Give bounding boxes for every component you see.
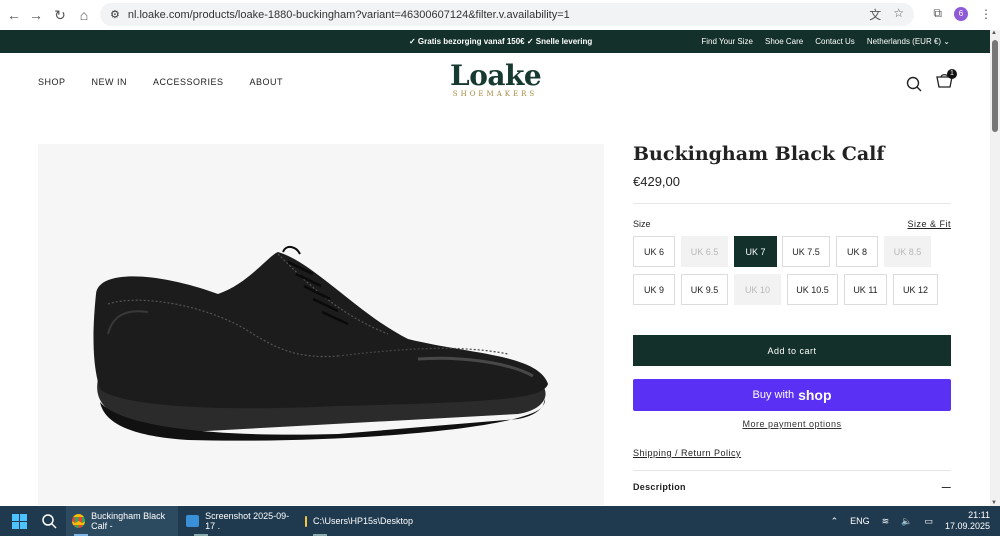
forward-icon[interactable]: → xyxy=(24,3,48,27)
chrome-icon xyxy=(72,514,86,528)
size-option[interactable]: UK 12 xyxy=(893,274,938,305)
logo-main: Loake xyxy=(450,59,542,92)
nav-accessories[interactable]: ACCESSORIES xyxy=(153,77,224,87)
taskbar-explorer-window[interactable]: C:\Users\HP15s\Desktop xyxy=(305,506,413,536)
shoe-care-link[interactable]: Shoe Care xyxy=(765,37,803,46)
chevron-down-icon: ⌄ xyxy=(943,37,950,46)
taskbar-screenshot-window[interactable]: Screenshot 2025-09-17 . xyxy=(186,506,298,536)
site-info-icon[interactable]: ⚙ xyxy=(110,8,120,21)
buy-with-shop-button[interactable]: Buy with shop xyxy=(633,379,951,411)
nav-new-in[interactable]: NEW IN xyxy=(92,77,128,87)
url-text: nl.loake.com/products/loake-1880-bucking… xyxy=(127,8,570,21)
search-icon[interactable] xyxy=(42,514,57,529)
nav-about[interactable]: ABOUT xyxy=(250,77,284,87)
back-icon[interactable]: ← xyxy=(2,3,26,27)
extensions-icon[interactable]: ⧉ xyxy=(933,6,942,21)
divider xyxy=(633,203,951,204)
description-accordion[interactable]: Description — xyxy=(633,482,951,492)
battery-icon[interactable]: ▭ xyxy=(924,516,933,527)
find-your-size-link[interactable]: Find Your Size xyxy=(701,37,753,46)
bookmark-star-icon[interactable]: ☆ xyxy=(893,6,904,23)
size-option[interactable]: UK 7 xyxy=(734,236,777,267)
size-option[interactable]: UK 8.5 xyxy=(884,236,931,267)
snipping-tool-icon xyxy=(186,515,200,527)
size-option[interactable]: UK 10 xyxy=(734,274,781,305)
size-option[interactable]: UK 8 xyxy=(836,236,878,267)
size-option[interactable]: UK 7.5 xyxy=(782,236,830,267)
size-selector: UK 6 UK 6.5 UK 7 UK 7.5 UK 8 UK 8.5 UK 9… xyxy=(633,236,951,308)
folder-icon xyxy=(305,515,307,527)
product-image[interactable] xyxy=(38,144,604,505)
clock-date: 17.09.2025 xyxy=(944,521,990,531)
logo-sub: SHOEMAKERS xyxy=(452,90,538,98)
shipping-return-policy-link[interactable]: Shipping / Return Policy xyxy=(633,448,741,458)
size-option[interactable]: UK 6.5 xyxy=(681,236,728,267)
shop-pay-logo: shop xyxy=(798,387,832,403)
collapse-icon: — xyxy=(941,482,951,492)
add-to-cart-button[interactable]: Add to cart xyxy=(633,335,951,366)
shoe-image xyxy=(93,246,548,441)
announcement-bar: ✓ Gratis bezorging vanaf 150€ ✓ Snelle l… xyxy=(0,30,990,53)
browser-menu-icon[interactable]: ⋮ xyxy=(980,7,992,21)
more-payment-options-link[interactable]: More payment options xyxy=(633,419,951,429)
product-price: €429,00 xyxy=(633,174,680,189)
size-fit-link[interactable]: Size & Fit xyxy=(907,219,951,229)
clock[interactable]: 21:11 17.09.2025 xyxy=(945,510,990,532)
translate-icon[interactable]: 文 xyxy=(869,6,881,23)
wifi-icon[interactable]: ≋ xyxy=(882,516,890,527)
announcement-text: ✓ Gratis bezorging vanaf 150€ ✓ Snelle l… xyxy=(409,37,593,46)
profile-avatar[interactable]: 6 xyxy=(954,6,968,21)
reload-icon[interactable]: ↻ xyxy=(48,3,72,27)
brand-logo[interactable]: Loake SHOEMAKERS xyxy=(450,59,542,99)
description-label: Description xyxy=(633,482,686,492)
size-option[interactable]: UK 11 xyxy=(844,274,887,305)
taskbar-item-label: Screenshot 2025-09-17 . xyxy=(205,511,290,531)
home-icon[interactable]: ⌂ xyxy=(72,3,96,27)
product-title: Buckingham Black Calf xyxy=(633,143,885,165)
search-icon[interactable] xyxy=(906,76,922,92)
country-selector[interactable]: Netherlands (EUR €) ⌄ xyxy=(867,37,950,46)
divider xyxy=(633,470,951,471)
cart-count-badge: 1 xyxy=(947,69,957,79)
size-option[interactable]: UK 10.5 xyxy=(787,274,838,305)
windows-taskbar: Buckingham Black Calf - Screenshot 2025-… xyxy=(0,506,1000,536)
buy-with-label: Buy with xyxy=(752,389,795,401)
taskbar-chrome-window[interactable]: Buckingham Black Calf - xyxy=(66,506,178,536)
cart-button[interactable]: 1 xyxy=(936,69,957,94)
volume-icon[interactable]: 🔈 xyxy=(901,516,912,527)
taskbar-item-label: Buckingham Black Calf - xyxy=(91,511,166,531)
scrollbar-thumb[interactable] xyxy=(992,40,998,132)
clock-time: 21:11 xyxy=(968,510,990,520)
page-scrollbar[interactable]: ▲ ▼ xyxy=(990,30,1000,506)
size-option[interactable]: UK 6 xyxy=(633,236,675,267)
contact-us-link[interactable]: Contact Us xyxy=(815,37,855,46)
address-bar[interactable]: ⚙ nl.loake.com/products/loake-1880-bucki… xyxy=(100,3,914,26)
scroll-up-icon[interactable]: ▲ xyxy=(991,30,997,36)
size-option[interactable]: UK 9 xyxy=(633,274,675,305)
size-label: Size xyxy=(633,219,651,229)
site-header: SHOP NEW IN ACCESSORIES ABOUT Loake SHOE… xyxy=(0,53,990,113)
nav-shop[interactable]: SHOP xyxy=(38,77,66,87)
chevron-up-icon[interactable]: ⌃ xyxy=(831,516,839,527)
size-option[interactable]: UK 9.5 xyxy=(681,274,728,305)
product-info: Buckingham Black Calf €429,00 Size Size … xyxy=(633,143,951,492)
taskbar-item-label: C:\Users\HP15s\Desktop xyxy=(312,516,413,526)
browser-toolbar: ← → ↻ ⌂ ⚙ nl.loake.com/products/loake-18… xyxy=(0,0,1000,30)
language-indicator[interactable]: ENG xyxy=(850,516,870,526)
windows-start-icon[interactable] xyxy=(12,514,27,529)
